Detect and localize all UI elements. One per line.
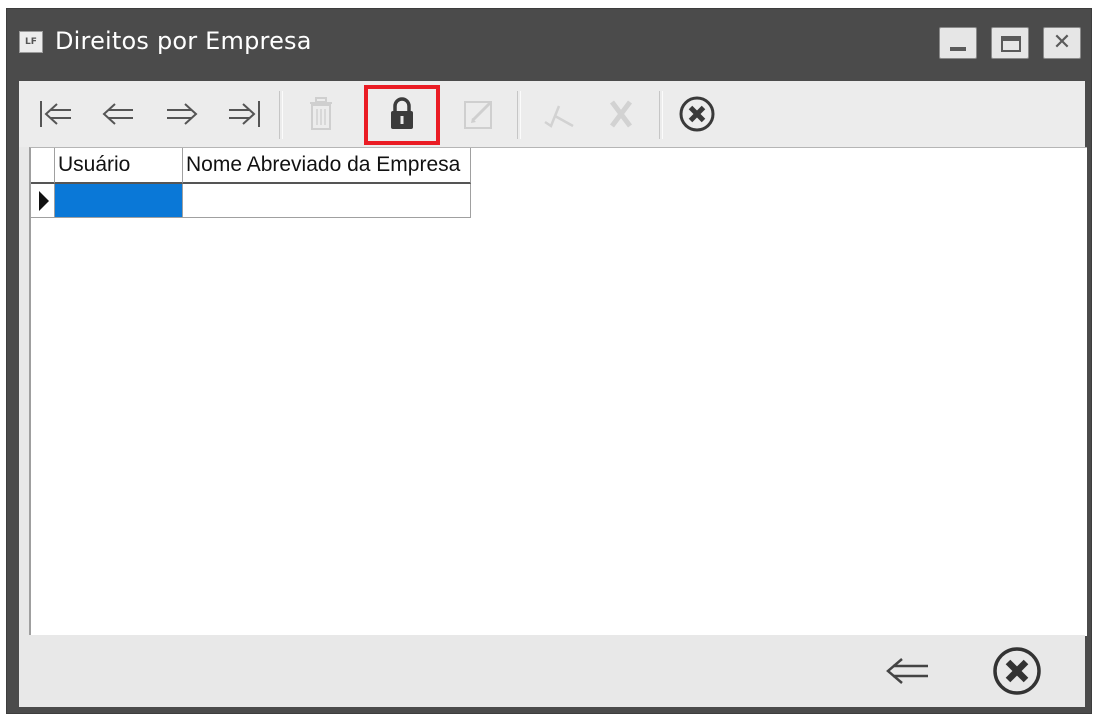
edit-icon bbox=[464, 100, 493, 129]
client-area: Usuário Nome Abreviado da Empresa bbox=[19, 81, 1087, 707]
left-arrow-icon bbox=[102, 103, 133, 125]
next-record-button[interactable] bbox=[155, 91, 207, 137]
last-arrow-icon bbox=[229, 101, 260, 127]
toolbar-separator bbox=[279, 91, 283, 139]
confirm-button[interactable] bbox=[533, 91, 585, 137]
current-row-arrow-icon bbox=[39, 191, 49, 211]
maximize-button[interactable] bbox=[991, 27, 1029, 59]
back-button[interactable] bbox=[879, 645, 935, 697]
cancel-edit-button[interactable] bbox=[595, 91, 647, 137]
window-close-button[interactable]: ✕ bbox=[1043, 27, 1081, 59]
last-record-button[interactable] bbox=[217, 91, 269, 137]
row-indicator[interactable] bbox=[31, 184, 55, 218]
trash-icon bbox=[310, 97, 332, 130]
grid-corner-cell bbox=[31, 148, 55, 184]
exit-button[interactable] bbox=[989, 645, 1045, 697]
close-circle-icon bbox=[679, 96, 715, 132]
close-x-icon: ✕ bbox=[1052, 30, 1072, 55]
footer-bar bbox=[19, 635, 1085, 707]
previous-record-button[interactable] bbox=[93, 91, 145, 137]
first-arrow-icon bbox=[40, 101, 71, 127]
data-grid-panel: Usuário Nome Abreviado da Empresa bbox=[29, 147, 1087, 636]
minimize-button[interactable] bbox=[939, 27, 977, 59]
cell-usuario[interactable] bbox=[55, 184, 183, 218]
title-bar[interactable]: LF Direitos por Empresa ✕ bbox=[7, 9, 1091, 71]
window-title: Direitos por Empresa bbox=[55, 27, 312, 55]
lock-highlight-box bbox=[364, 85, 440, 145]
toolbar bbox=[19, 81, 1085, 147]
back-arrow-icon bbox=[886, 658, 928, 684]
cell-empresa[interactable] bbox=[183, 184, 471, 218]
right-arrow-icon bbox=[167, 103, 198, 125]
check-icon bbox=[544, 105, 574, 128]
close-toolbar-button[interactable] bbox=[671, 91, 723, 137]
toolbar-separator bbox=[659, 91, 663, 139]
x-icon bbox=[610, 100, 632, 128]
delete-button[interactable] bbox=[295, 91, 347, 137]
column-header-usuario[interactable]: Usuário bbox=[55, 148, 183, 184]
first-record-button[interactable] bbox=[31, 91, 83, 137]
column-header-empresa[interactable]: Nome Abreviado da Empresa bbox=[183, 148, 471, 184]
window: LF Direitos por Empresa ✕ Usuário Nome A… bbox=[6, 8, 1092, 714]
edit-button[interactable] bbox=[453, 91, 505, 137]
app-icon: LF bbox=[19, 31, 43, 53]
toolbar-separator bbox=[517, 91, 521, 139]
close-circle-icon bbox=[993, 647, 1041, 695]
